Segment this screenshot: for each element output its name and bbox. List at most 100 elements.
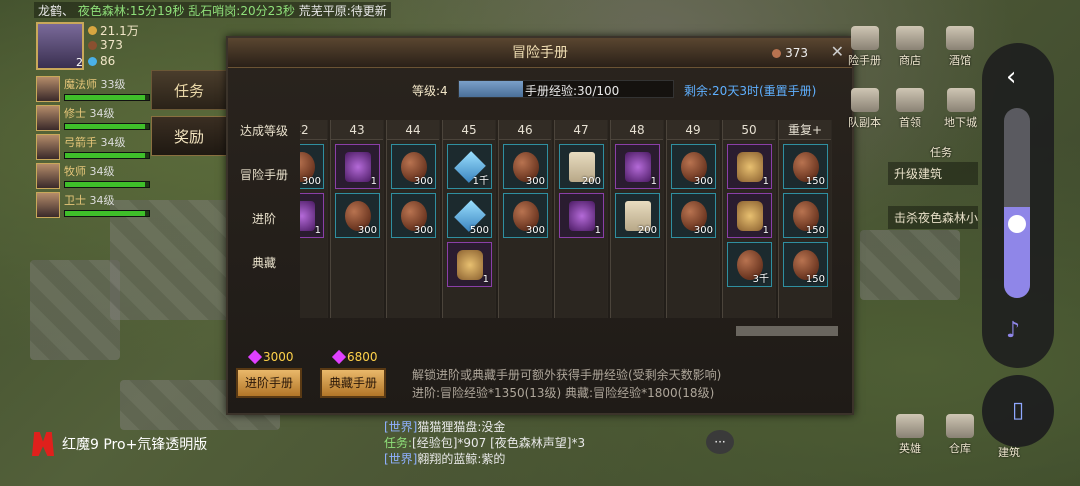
tab-task[interactable]: 任务 (151, 70, 227, 110)
collection-manual-button[interactable]: 典藏手册 (320, 368, 386, 398)
reward-slot[interactable]: 1 (727, 144, 772, 189)
reward-slot[interactable]: 200 (615, 193, 660, 238)
vibrate-button[interactable]: ▯ (982, 375, 1054, 447)
device-watermark: 红魔9 Pro+氘锋透明版 (32, 432, 207, 456)
reward-slot[interactable]: 1 (559, 193, 604, 238)
coin-display: 373 (772, 46, 808, 60)
grid-scrollbar[interactable] (736, 326, 838, 336)
row-label-level: 达成等级 (239, 124, 288, 138)
close-icon[interactable]: ✕ (831, 43, 844, 61)
stone-timer: 乱石哨岗:20分23秒 (188, 4, 295, 18)
hp-fill (65, 182, 145, 187)
reward-slot[interactable]: 300 (671, 144, 716, 189)
hp-bar (64, 152, 150, 159)
reward-slot[interactable]: 1 (447, 242, 492, 287)
chest-icon (457, 250, 483, 280)
reward-column: 44 300 300 (386, 120, 440, 318)
wood-resource: 373 (88, 38, 123, 52)
reward-slot[interactable]: 500 (447, 193, 492, 238)
party-member[interactable]: 魔法师 33级 (36, 76, 150, 104)
column-header: 45 (443, 120, 495, 140)
chat-bubble-icon[interactable]: ··· (706, 430, 734, 454)
volume-knob[interactable] (1008, 215, 1026, 233)
task-kill-forest[interactable]: 击杀夜色森林小 (888, 206, 978, 229)
reward-column: 48 1 200 (610, 120, 664, 318)
coin-count: 373 (785, 46, 808, 60)
tavern-shortcut[interactable]: 酒馆 (946, 26, 974, 68)
reward-slot[interactable]: 300 (300, 144, 324, 189)
party-member[interactable]: 修士 34级 (36, 105, 150, 133)
reward-slot[interactable]: 300 (671, 193, 716, 238)
adventure-manual-shortcut[interactable]: 险手册 (848, 26, 881, 68)
advanced-manual-button[interactable]: 进阶手册 (236, 368, 302, 398)
music-note-icon[interactable]: ♪ (1006, 318, 1020, 343)
slot-quantity: 200 (581, 176, 601, 187)
reward-slot[interactable]: 150 (783, 242, 828, 287)
hp-bar (64, 210, 150, 217)
task-upgrade-building[interactable]: 升级建筑 (888, 162, 978, 185)
reward-slot[interactable]: 1 (727, 193, 772, 238)
reward-slot[interactable]: 1千 (447, 144, 492, 189)
member-level: 34级 (89, 107, 115, 120)
member-level: 34级 (100, 136, 126, 149)
remaining-time-link[interactable]: 剩余:20天3时(重置手册) (684, 82, 816, 99)
member-name: 弓箭手 (64, 136, 97, 149)
member-name: 牧师 (64, 165, 86, 178)
slot-quantity: 300 (693, 225, 713, 236)
reward-slot[interactable]: 1 (335, 144, 380, 189)
slot-quantity: 200 (637, 225, 657, 236)
gem-icon (247, 349, 263, 365)
hud-label: 地下城 (944, 116, 977, 129)
reward-slot[interactable]: 200 (559, 144, 604, 189)
reward-column: 50 1 1 3千 (722, 120, 776, 318)
tab-reward[interactable]: 奖励 (151, 116, 227, 156)
avatar (36, 105, 60, 131)
reward-slot[interactable]: 300 (503, 193, 548, 238)
leader-shortcut[interactable]: 首领 (896, 88, 924, 130)
warehouse-button[interactable]: 仓库 (946, 414, 974, 456)
brand-text: 红魔9 Pro+氘锋透明版 (62, 437, 208, 453)
crystal-icon (625, 152, 651, 182)
avatar (36, 163, 60, 189)
reward-slot[interactable]: 150 (783, 193, 828, 238)
volume-slider[interactable] (1004, 108, 1030, 298)
party-member[interactable]: 弓箭手 34级 (36, 134, 150, 162)
reward-slot[interactable]: 1 (615, 144, 660, 189)
hero-button[interactable]: 英雄 (896, 414, 924, 456)
player-avatar[interactable]: 2 (36, 22, 84, 70)
party-member[interactable]: 卫士 34级 (36, 192, 150, 220)
member-name: 魔法师 (64, 78, 97, 91)
slot-quantity: 1 (650, 176, 657, 187)
column-header: 46 (499, 120, 551, 140)
party-member[interactable]: 牧师 34级 (36, 163, 150, 191)
chat-text: 翱翔的蓝鲸:紫的 (417, 452, 506, 466)
chat-text: [经验包]*907 [夜色森林声望]*3 (412, 436, 586, 450)
map-terrain (30, 260, 120, 360)
forest-timer: 夜色森林:15分19秒 (77, 4, 185, 18)
column-header: 44 (387, 120, 439, 140)
egg-icon (88, 40, 97, 50)
reward-note: 进阶:冒险经验*1350(13级) 典藏:冒险经验*1800(18级) (412, 386, 715, 400)
slot-quantity: 300 (413, 176, 433, 187)
slot-quantity: 1 (314, 225, 321, 236)
underground-shortcut[interactable]: 地下城 (944, 88, 977, 130)
dungeon-shortcut[interactable]: 队副本 (848, 88, 881, 130)
reward-slot[interactable]: 1 (300, 193, 324, 238)
reward-slot[interactable]: 300 (335, 193, 380, 238)
column-header: 48 (611, 120, 663, 140)
shop-shortcut[interactable]: 商店 (896, 26, 924, 68)
reward-grid[interactable]: 42 300 1 43 1 300 44 300 300 45 1千 500 1 46 300 300 47 20… (300, 120, 840, 318)
vibrate-icon: ▯ (1011, 398, 1025, 423)
hp-bar (64, 181, 150, 188)
reward-slot[interactable]: 300 (391, 193, 436, 238)
reward-slot[interactable]: 300 (503, 144, 548, 189)
reward-slot[interactable]: 300 (391, 144, 436, 189)
reward-slot[interactable]: 150 (783, 144, 828, 189)
crystal-icon (569, 201, 595, 231)
column-header: 47 (555, 120, 607, 140)
sack-icon (946, 414, 974, 438)
back-icon[interactable]: ‹ (1006, 64, 1016, 90)
slot-quantity: 1 (370, 176, 377, 187)
reward-slot[interactable]: 3千 (727, 242, 772, 287)
member-level: 34级 (89, 165, 115, 178)
